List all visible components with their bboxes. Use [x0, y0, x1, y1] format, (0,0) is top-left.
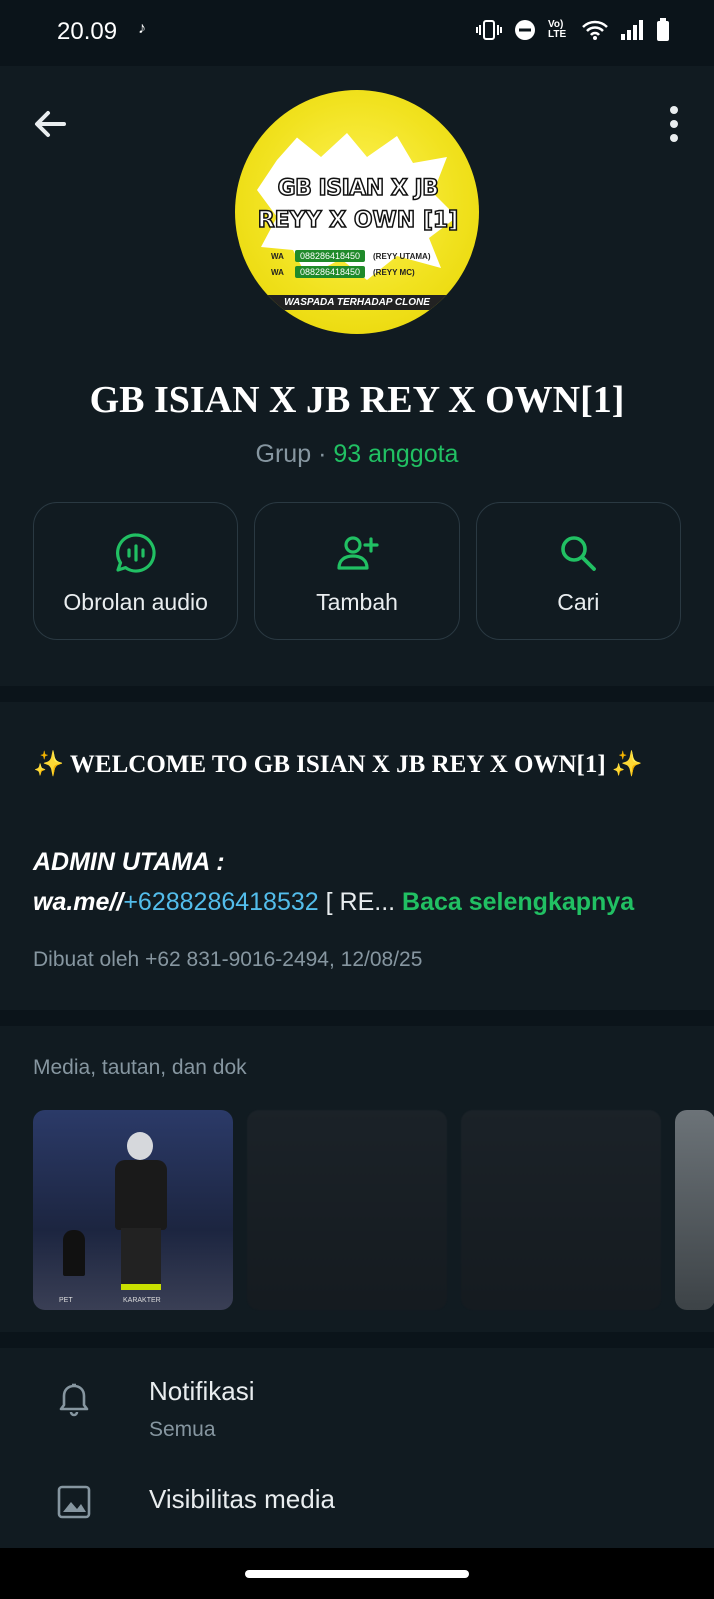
wa-prefix: wa.me// [33, 888, 124, 916]
audio-chat-icon [115, 533, 156, 573]
avatar-wa-label-2: WA [271, 268, 284, 277]
status-icons: Vo) LTE [476, 18, 670, 42]
thumbnail-character-legs [121, 1228, 161, 1290]
created-by-text: Dibuat oleh +62 831-9016-2494, 12/08/25 [33, 948, 423, 971]
thumbnail-character-head [127, 1132, 153, 1160]
avatar-text-line2: REYY X OWN [1] [257, 207, 459, 234]
audio-chat-button[interactable]: Obrolan audio [33, 502, 239, 640]
battery-icon [657, 18, 669, 41]
audio-chat-label: Obrolan audio [63, 589, 208, 615]
thumbnail-character-body [115, 1160, 167, 1230]
add-member-button[interactable]: Tambah [254, 502, 460, 640]
description-admin-label: ADMIN UTAMA : [33, 848, 225, 876]
media-thumbnail[interactable] [675, 1110, 714, 1310]
avatar-side-label-1: (REYY UTAMA) [373, 252, 431, 261]
settings-item-notifications[interactable]: Notifikasi Semua [0, 1348, 714, 1468]
dnd-icon [515, 20, 535, 40]
avatar-wa-label-1: WA [271, 252, 284, 261]
tiktok-icon: ♪ [138, 20, 146, 37]
status-bar: 20.09 ♪ Vo) LTE [0, 0, 714, 66]
media-thumbnail[interactable] [247, 1110, 447, 1310]
avatar-phone-2: 088286418450 [295, 266, 365, 278]
group-info-header: GB ISIAN X JB REYY X OWN [1] WA WA 08828… [0, 66, 714, 686]
settings-item-title: Notifikasi [149, 1376, 255, 1406]
image-icon [57, 1485, 91, 1519]
group-subtitle: Grup · 93 anggota [0, 440, 714, 469]
group-avatar[interactable]: GB ISIAN X JB REYY X OWN [1] WA WA 08828… [235, 90, 479, 334]
thumbnail-hud-character: KARAKTER [123, 1297, 161, 1304]
group-name[interactable]: GB ISIAN X JB REY X OWN[1] [0, 378, 714, 422]
settings-item-media-visibility[interactable]: Visibilitas media [0, 1474, 714, 1548]
description-contact-line: wa.me//+6288286418532 [ RE... Baca selen… [33, 888, 634, 917]
media-section: Media, tautan, dan dok PET KARAKTER [0, 1026, 714, 1332]
avatar-phone-1: 088286418450 [295, 250, 365, 262]
subtitle-separator: · [311, 440, 334, 468]
media-thumbnails: PET KARAKTER [33, 1110, 714, 1310]
home-gesture-pill[interactable] [245, 1570, 469, 1578]
avatar-text-line1: GB ISIAN X JB [277, 175, 440, 202]
member-count-link[interactable]: 93 anggota [333, 440, 458, 468]
bell-icon [59, 1383, 89, 1417]
media-thumbnail[interactable]: PET KARAKTER [33, 1110, 233, 1310]
thumbnail-hud-pet: PET [59, 1297, 73, 1304]
admin-phone-link[interactable]: +6288286418532 [123, 888, 318, 916]
avatar-side-label-2: (REYY MC) [373, 268, 415, 277]
back-arrow-icon[interactable] [30, 104, 70, 144]
add-person-icon [337, 536, 379, 570]
system-navigation-bar [0, 1548, 714, 1599]
add-member-label: Tambah [316, 589, 398, 615]
signal-icon [621, 20, 643, 40]
vibrate-icon [476, 20, 502, 40]
settings-item-subtitle: Semua [149, 1418, 216, 1441]
avatar-footer-text: WASPADA TERHADAP CLONE [255, 295, 459, 310]
media-thumbnail[interactable] [461, 1110, 661, 1310]
thumbnail-pet-figure [63, 1230, 85, 1276]
group-type-label: Grup [255, 440, 312, 468]
search-button[interactable]: Cari [475, 502, 681, 640]
group-description[interactable]: ✨ WELCOME TO GB ISIAN X JB REY X OWN[1] … [0, 702, 714, 1010]
media-section-title[interactable]: Media, tautan, dan dok [33, 1056, 247, 1080]
volte-icon: Vo) LTE [548, 19, 567, 40]
status-time: 20.09 [57, 18, 118, 45]
description-welcome: ✨ WELCOME TO GB ISIAN X JB REY X OWN[1] … [33, 751, 644, 778]
more-options-icon[interactable] [666, 102, 682, 146]
settings-item-title: Visibilitas media [149, 1484, 335, 1514]
read-more-link[interactable]: Baca selengkapnya [395, 888, 634, 916]
action-buttons: Obrolan audio Tambah Cari [33, 502, 681, 640]
search-label: Cari [557, 589, 600, 615]
wifi-icon [582, 20, 608, 40]
search-icon [561, 536, 597, 571]
description-truncated: [ RE... [318, 888, 396, 916]
settings-list: Notifikasi Semua Visibilitas media [0, 1348, 714, 1548]
